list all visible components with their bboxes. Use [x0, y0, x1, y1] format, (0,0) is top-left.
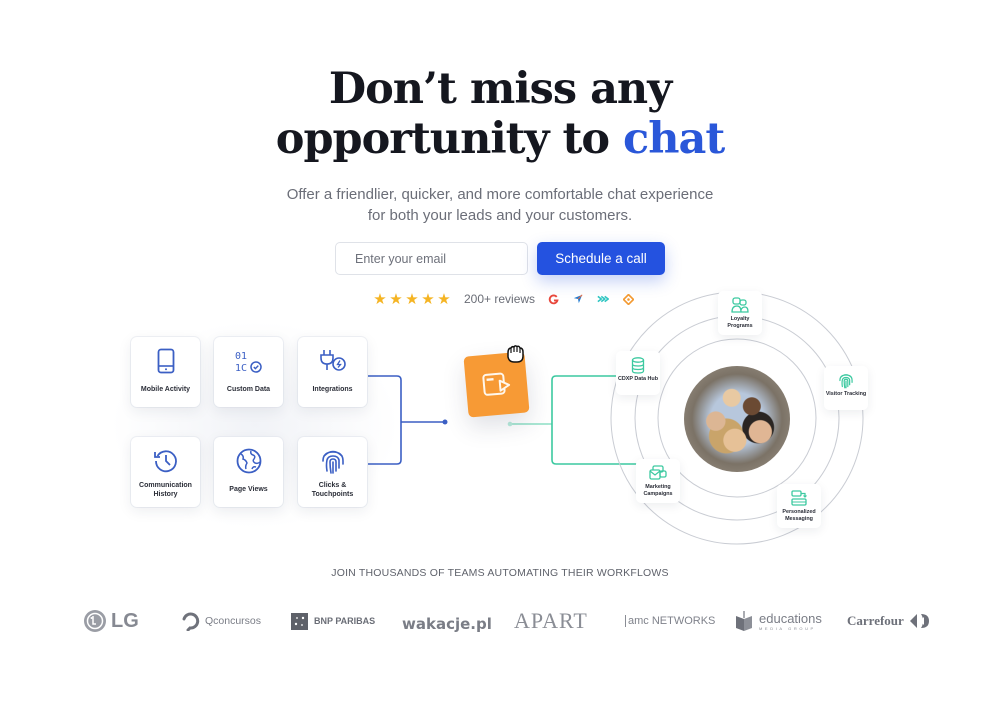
- outcome-card-label: Visitor Tracking: [826, 391, 866, 398]
- logo-amc-networks: amc NETWORKS: [625, 604, 715, 638]
- logo-qconcursos-text: Qconcursos: [205, 615, 262, 627]
- outcome-label-text: Loyalty Programs: [727, 316, 753, 329]
- sources-connector-dot: [442, 419, 448, 425]
- users-icon: [731, 296, 749, 314]
- bnp-emblem-icon: [291, 612, 308, 630]
- source-card-mobile-activity[interactable]: Mobile Activity: [131, 337, 200, 407]
- outcome-card-cdxp-data-hub[interactable]: CDXP Data Hub: [616, 351, 660, 395]
- customer-logos: LG Qconcursos BNP PARIBAS wakacje.pl APA…: [0, 604, 1000, 638]
- outcome-label-text: Marketing Campaigns: [643, 484, 673, 497]
- source-card-label: Communication History: [139, 481, 192, 498]
- sources-bracket-line: [368, 375, 402, 465]
- svg-text:01: 01: [235, 351, 247, 362]
- binary-data-icon: 01 1C: [234, 347, 264, 375]
- plug-icon: [318, 347, 348, 375]
- source-card-clicks-touchpoints[interactable]: Clicks & Touchpoints: [298, 437, 367, 507]
- logo-wakacje-text: wakacje.pl: [402, 615, 492, 633]
- outcome-card-label: CDXP Data Hub: [618, 376, 658, 383]
- campaign-messages-icon: [649, 464, 667, 482]
- chat-widget-icon: [481, 372, 510, 396]
- source-card-label: Integrations: [312, 386, 353, 393]
- social-proof-tagline: JOIN THOUSANDS OF TEAMS AUTOMATING THEIR…: [331, 567, 669, 579]
- logo-educations-text: educations: [759, 610, 822, 626]
- source-card-integrations[interactable]: Integrations: [298, 337, 367, 407]
- outcome-card-marketing-campaigns[interactable]: Marketing Campaigns: [636, 459, 680, 503]
- history-icon: [152, 447, 180, 475]
- outcome-label-text: Personalized Messaging: [782, 509, 816, 522]
- logo-apart: APART: [514, 604, 588, 638]
- lg-emblem-icon: [84, 610, 106, 632]
- logo-lg-text: LG: [111, 609, 139, 632]
- qconcursos-emblem-icon: [182, 612, 200, 631]
- database-icon: [631, 356, 645, 374]
- logo-bnp-text: BNP PARIBAS: [314, 616, 376, 626]
- logo-carrefour-text: Carrefour: [847, 613, 904, 628]
- logo-lg: LG: [83, 604, 139, 638]
- source-card-label: Page Views: [229, 486, 268, 493]
- logo-bnp-paribas: BNP PARIBAS: [291, 604, 375, 638]
- logo-wakacje: wakacje.pl: [402, 604, 492, 638]
- logo-educations-wordmark: educations MEDIA GROUP: [759, 612, 822, 631]
- carrefour-emblem-icon: [909, 614, 929, 628]
- outcome-card-label: Marketing Campaigns: [636, 484, 680, 498]
- source-card-custom-data[interactable]: 01 1C Custom Data: [214, 337, 283, 407]
- logo-educations-sub: MEDIA GROUP: [759, 625, 816, 631]
- outcome-card-label: Loyalty Programs: [718, 316, 762, 330]
- grab-hand-icon: [507, 345, 524, 363]
- customers-photo: [684, 366, 790, 472]
- hub-connector-dot: [507, 421, 513, 427]
- outcome-card-label: Personalized Messaging: [777, 509, 821, 523]
- logo-apart-text: APART: [514, 608, 588, 633]
- logo-qconcursos: Qconcursos: [180, 604, 261, 638]
- educations-emblem-icon: [736, 611, 752, 631]
- message-cards-icon: [790, 489, 808, 507]
- outcome-card-loyalty-programs[interactable]: Loyalty Programs: [718, 291, 762, 335]
- outcome-label-text: Visitor Tracking: [825, 391, 867, 397]
- source-card-label: Mobile Activity: [140, 386, 191, 393]
- source-card-communication-history[interactable]: Communication History: [131, 437, 200, 507]
- outcome-card-visitor-tracking[interactable]: Visitor Tracking: [824, 366, 868, 410]
- logo-amc-text: amc NETWORKS: [625, 615, 715, 627]
- logo-carrefour: Carrefour: [847, 604, 931, 638]
- globe-icon: [235, 447, 263, 475]
- source-card-label: Custom Data: [226, 386, 271, 393]
- outcome-label-text: CDXP Data Hub: [617, 376, 659, 382]
- svg-text:1C: 1C: [235, 363, 247, 373]
- source-card-label: Clicks & Touchpoints: [311, 481, 354, 498]
- logo-educations: educations MEDIA GROUP: [735, 604, 822, 638]
- fingerprint-icon: [320, 447, 346, 475]
- mobile-phone-icon: [157, 347, 175, 375]
- outcome-card-personalized-messaging[interactable]: Personalized Messaging: [777, 484, 821, 528]
- fingerprint-icon: [838, 371, 854, 389]
- source-card-page-views[interactable]: Page Views: [214, 437, 283, 507]
